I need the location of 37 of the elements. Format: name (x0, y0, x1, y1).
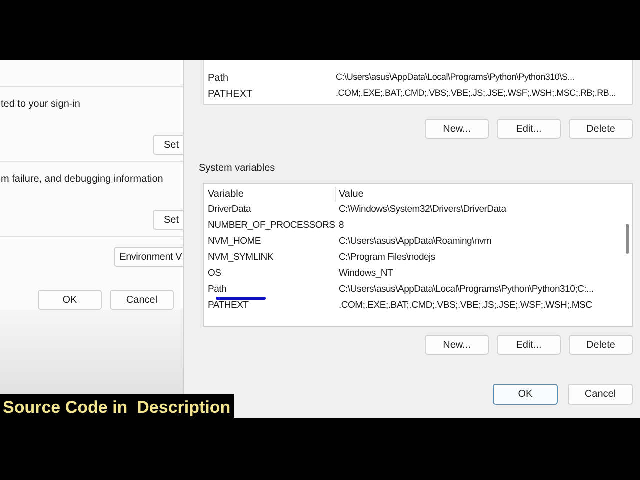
scrollbar-thumb[interactable] (626, 224, 628, 254)
section-description: ted to your sign-in (0, 98, 82, 112)
section-title: System variables (199, 162, 276, 176)
dialog-button[interactable]: Cancel (568, 384, 633, 405)
variable-value: C:\Users\asus\AppData\Roaming\nvm (339, 234, 492, 249)
variable-name: PATHEXT (208, 298, 250, 313)
section-description: m failure, and debugging information (0, 173, 164, 188)
dialog-button[interactable]: New... (425, 335, 489, 355)
variable-name: PATHEXT (208, 88, 254, 102)
variable-name: Path (208, 72, 230, 86)
variable-value: 8 (339, 218, 344, 233)
dialog-button[interactable]: Edit... (497, 119, 561, 139)
variable-value: C:\Program Files\nodejs (339, 250, 436, 265)
dialog-button[interactable]: Delete (569, 119, 633, 139)
set-button[interactable]: Set (153, 210, 183, 230)
variable-value: Windows_NT (339, 266, 394, 281)
variable-value: .COM;.EXE;.BAT;.CMD;.VBS;.VBE;.JS;.JSE;.WSF;.WSH;.MSC (339, 298, 592, 313)
variable-value: C:\Windows\System32\Drivers\DriverData (339, 202, 506, 217)
variable-name: NVM_SYMLINK (208, 250, 274, 265)
variable-name: Path (208, 282, 339, 298)
variable-value: .COM;.EXE;.BAT;.CMD;.VBS;.VBE;.JS;.JSE;.WSF;.WSH;.MSC;.RB;.RB... (336, 87, 616, 100)
variable-name: DriverData (208, 202, 252, 217)
variable-name: OS (208, 266, 222, 281)
dialog-button[interactable]: New... (425, 119, 489, 139)
dialog-button[interactable]: OK (493, 384, 558, 405)
column-header[interactable]: Variable (208, 186, 336, 202)
cancel-button[interactable]: Cancel (110, 290, 174, 310)
variable-name: NVM_HOME (208, 234, 262, 249)
ok-button[interactable]: OK (38, 290, 102, 310)
variable-value: C:\Users\asus\AppData\Local\Programs\Python\Python310;C:... (339, 282, 594, 297)
dialog-button[interactable]: Delete (569, 335, 633, 355)
environment-variables-button[interactable]: Environment V (114, 247, 183, 268)
dialog-button[interactable]: Edit... (497, 335, 561, 355)
set-button[interactable]: Set (153, 135, 183, 156)
variable-name: NUMBER_OF_PROCESSORS (208, 218, 336, 233)
variable-value: C:\Users\asus\AppData\Local\Programs\Python\Python310\S... (336, 71, 575, 84)
column-header[interactable]: Value (336, 186, 364, 202)
